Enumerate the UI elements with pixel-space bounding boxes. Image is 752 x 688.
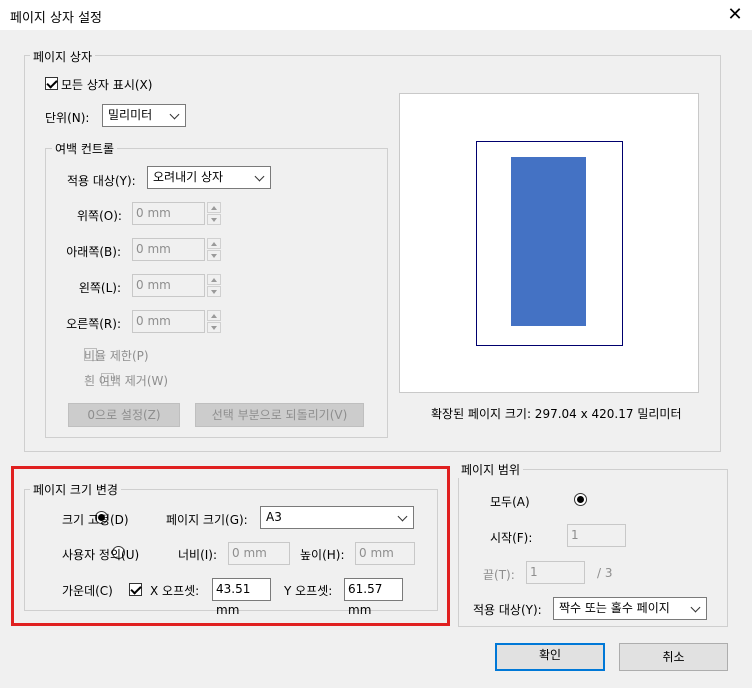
page-size-select-value: A3: [266, 510, 282, 524]
top-margin-input[interactable]: 0 mm: [132, 202, 205, 225]
to-page-input[interactable]: 1: [526, 561, 585, 584]
left-margin-label: 왼쪽(L):: [78, 281, 121, 295]
page-size-label: 페이지 크기(G):: [166, 513, 248, 527]
expanded-page-size-text: 확장된 페이지 크기: 297.04 x 420.17 밀리미터: [431, 407, 682, 421]
show-all-boxes-label: 모든 상자 표시(X): [61, 78, 153, 92]
width-label: 너비(I):: [178, 548, 218, 562]
arrow-down-icon[interactable]: [207, 322, 221, 333]
chevron-down-icon: [250, 167, 270, 188]
bottom-margin-label: 아래쪽(B):: [66, 245, 121, 259]
unit-select[interactable]: 밀리미터: [102, 104, 186, 127]
right-margin-stepper[interactable]: [207, 310, 221, 333]
apply-to-label: 적용 대상(Y):: [67, 174, 136, 188]
from-page-input[interactable]: 1: [567, 524, 626, 547]
all-pages-radio[interactable]: [573, 493, 587, 506]
arrow-up-icon[interactable]: [207, 238, 221, 249]
left-margin-stepper[interactable]: [207, 274, 221, 297]
chevron-down-icon: [165, 105, 185, 126]
arrow-down-icon[interactable]: [207, 286, 221, 297]
x-offset-input[interactable]: 43.51 mm: [212, 578, 271, 617]
arrow-down-icon[interactable]: [207, 214, 221, 225]
window-title: 페이지 상자 설정: [10, 11, 102, 26]
unit-select-value: 밀리미터: [108, 108, 153, 122]
height-label: 높이(H):: [300, 548, 345, 562]
bottom-margin-stepper[interactable]: [207, 238, 221, 261]
unit-label: 단위(N):: [45, 111, 90, 125]
ok-button[interactable]: 확인: [495, 643, 605, 671]
revert-to-selection-button[interactable]: 선택 부분으로 되돌리기(V): [195, 403, 364, 427]
apply-to-select[interactable]: 오려내기 상자: [147, 166, 271, 189]
top-margin-label: 위쪽(O):: [77, 209, 122, 223]
page-boxes-legend: 페이지 상자: [30, 48, 96, 65]
arrow-down-icon[interactable]: [207, 250, 221, 261]
top-margin-stepper[interactable]: [207, 202, 221, 225]
apply-to-select-value: 오려내기 상자: [153, 170, 224, 184]
to-page-label: 끝(T):: [483, 568, 515, 582]
page-size-select[interactable]: A3: [260, 506, 414, 529]
set-to-zero-button[interactable]: 0으로 설정(Z): [68, 403, 180, 427]
range-apply-to-select-value: 짝수 또는 홀수 페이지: [559, 601, 670, 615]
height-input[interactable]: 0 mm: [355, 542, 415, 565]
margin-controls-legend: 여백 컨트롤: [52, 140, 118, 157]
arrow-up-icon[interactable]: [207, 274, 221, 285]
chevron-down-icon: [686, 598, 706, 619]
page-total-text: / 3: [597, 566, 613, 580]
title-bar: [0, 0, 752, 30]
arrow-up-icon[interactable]: [207, 202, 221, 213]
close-icon[interactable]: ✕: [724, 4, 746, 26]
constrain-proportions-label: 비율 제한(P): [84, 349, 149, 363]
from-page-label: 시작(F):: [490, 531, 533, 545]
center-label: 가운데(C): [62, 584, 113, 598]
fixed-size-label: 크기 고정(D): [62, 513, 129, 527]
change-page-size-legend: 페이지 크기 변경: [30, 481, 121, 498]
cancel-button[interactable]: 취소: [619, 643, 728, 671]
y-offset-label: Y 오프셋:: [284, 584, 333, 598]
width-input[interactable]: 0 mm: [228, 542, 290, 565]
range-apply-to-label: 적용 대상(Y):: [473, 603, 542, 617]
custom-size-label: 사용자 정의(U): [62, 548, 140, 562]
center-checkbox[interactable]: [129, 583, 143, 596]
page-content-fill: [511, 157, 586, 326]
page-range-legend: 페이지 범위: [458, 461, 524, 478]
y-offset-input[interactable]: 61.57 mm: [344, 578, 403, 617]
bottom-margin-input[interactable]: 0 mm: [132, 238, 205, 261]
remove-white-margins-label: 흰 여백 제거(W): [84, 374, 169, 388]
x-offset-label: X 오프셋:: [150, 584, 200, 598]
arrow-up-icon[interactable]: [207, 310, 221, 321]
right-margin-input[interactable]: 0 mm: [132, 310, 205, 333]
all-pages-label: 모두(A): [490, 495, 530, 509]
chevron-down-icon: [393, 507, 413, 528]
range-apply-to-select[interactable]: 짝수 또는 홀수 페이지: [553, 597, 707, 620]
right-margin-label: 오른쪽(R):: [66, 317, 121, 331]
page-preview: [399, 93, 699, 393]
show-all-boxes-checkbox[interactable]: [45, 77, 58, 90]
left-margin-input[interactable]: 0 mm: [132, 274, 205, 297]
